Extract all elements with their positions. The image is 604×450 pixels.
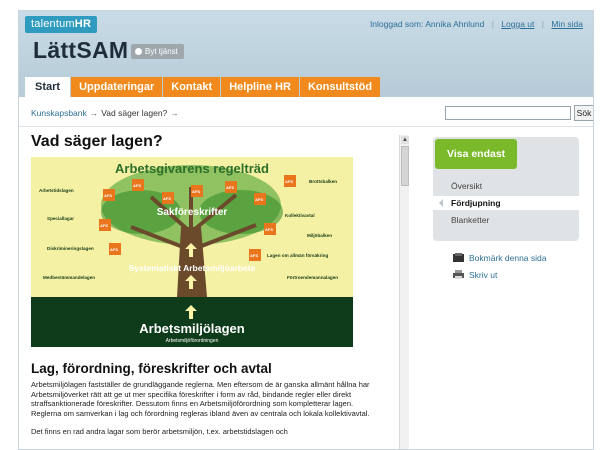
diagram-title: Arbetsgivarens regelträd [115,161,269,176]
tab-kontakt[interactable]: Kontakt [163,77,221,97]
logged-in-text: Inloggad som: Annika Ahnlund [369,19,485,29]
svg-text:AFS: AFS [104,193,112,198]
bookmark-icon [453,253,464,262]
tab-uppdateringar[interactable]: Uppdateringar [71,77,163,97]
diagram-crown-label: Sakföreskrifter [157,207,228,218]
bookmark-label: Bokmärk denna sida [469,253,547,263]
regeltrad-illustration: AFS AFS AFS AFS AFS AFS AFS AFS AFS AFS … [31,157,353,347]
filter-item-fordjupning[interactable]: Fördjupning [433,196,579,210]
body-paragraph: Det finns en rad andra lagar som berör a… [31,427,288,437]
diagram-root-label: Arbetsmiljölagen [139,321,245,336]
svg-text:Arbetstidslagen: Arbetstidslagen [39,188,74,193]
scroll-up-icon[interactable]: ▲ [401,136,409,144]
separator: | [541,19,544,29]
scroll-thumb[interactable] [401,146,409,186]
svg-text:Speciallagar: Speciallagar [47,216,74,221]
diagram-trunk-label: Systematiskt Arbetsmiljöarbete [129,263,256,273]
bookmark-link[interactable]: Bokmärk denna sida [453,253,547,263]
search-button[interactable]: Sök [574,105,593,121]
svg-text:AFS: AFS [250,253,258,258]
user-bar: Inloggad som: Annika Ahnlund | Logga ut … [370,19,583,29]
svg-text:Förtroendemannalagen: Förtroendemannalagen [287,275,338,280]
arrow-right-icon: → [89,108,99,118]
section-heading: Lag, förordning, föreskrifter och avtal [31,361,272,376]
page-title: Vad säger lagen? [31,133,163,150]
svg-text:Brottsbalken: Brottsbalken [309,179,337,184]
svg-text:Lagen om allmän försäkring: Lagen om allmän försäkring [267,253,328,258]
tab-helpline-hr[interactable]: Helpline HR [221,77,299,97]
printer-icon [453,270,464,279]
diagram-root-sub: Arbetsmiljöförordningen [166,338,219,344]
svg-text:AFS: AFS [255,197,263,202]
main-nav: Start Uppdateringar Kontakt Helpline HR … [25,77,381,97]
breadcrumb: Kunskapsbank → Vad säger lagen? → [31,108,182,118]
filter-item-oversikt[interactable]: Översikt [443,179,579,193]
main-content: Vad säger lagen? AFS AFS AFS AFS AFS AFS… [31,133,391,449]
content-scrollbar[interactable]: ▲ [399,135,409,449]
my-page-link[interactable]: Min sida [551,19,583,29]
svg-text:Miljöbalken: Miljöbalken [307,233,332,238]
switch-service-label: Byt tjänst [145,47,178,56]
tab-start[interactable]: Start [25,77,71,97]
circle-icon [135,48,142,55]
svg-text:AFS: AFS [192,189,200,194]
svg-text:AFS: AFS [100,223,108,228]
app-window: talentumHR Inloggad som: Annika Ahnlund … [18,10,594,450]
search-input[interactable] [445,106,571,120]
arrow-right-icon: → [170,108,179,118]
svg-text:Medbestämmandelagen: Medbestämmandelagen [43,275,95,280]
svg-text:AFS: AFS [133,183,141,188]
breadcrumb-current: Vad säger lagen? [101,108,168,118]
separator: | [491,19,494,29]
svg-text:AFS: AFS [226,185,234,190]
tab-konsultstod[interactable]: Konsultstöd [299,77,381,97]
regeltrad-diagram: AFS AFS AFS AFS AFS AFS AFS AFS AFS AFS … [31,157,353,347]
breadcrumb-row: Kunskapsbank → Vad säger lagen? → Sök [19,97,593,127]
svg-text:AFS: AFS [265,227,273,232]
svg-text:AFS: AFS [110,247,118,252]
brand-name: talentum [31,18,75,30]
filter-item-blanketter[interactable]: Blanketter [443,213,579,227]
svg-text:Diskrimineringslagen: Diskrimineringslagen [47,246,94,251]
logout-link[interactable]: Logga ut [501,19,534,29]
svg-text:Kollektivavtal: Kollektivavtal [285,213,315,218]
switch-service-button[interactable]: Byt tjänst [131,44,184,59]
svg-text:AFS: AFS [163,196,171,201]
breadcrumb-link[interactable]: Kunskapsbank [31,108,87,118]
brand-logo[interactable]: talentumHR [25,16,98,33]
svg-text:AFS: AFS [285,179,293,184]
app-title: LättSAM [33,37,129,63]
filter-title: Visa endast [435,139,517,169]
body-paragraph: Arbetsmiljölagen fastställer de grundläg… [31,380,370,418]
print-label: Skriv ut [469,270,498,280]
print-link[interactable]: Skriv ut [453,270,497,280]
brand-suffix: HR [74,18,92,30]
filter-panel: Visa endast Översikt Fördjupning Blanket… [433,137,579,241]
header: talentumHR Inloggad som: Annika Ahnlund … [19,11,593,97]
